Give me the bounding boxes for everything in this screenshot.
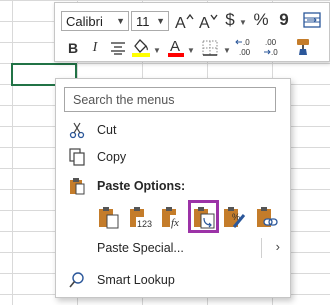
menu-item-smart-lookup[interactable]: Smart Lookup [56, 267, 290, 293]
chevron-down-icon[interactable]: ▼ [153, 39, 161, 61]
font-color-button[interactable]: A [167, 36, 185, 58]
chevron-down-icon[interactable]: ▼ [116, 16, 125, 26]
copy-icon [68, 148, 86, 166]
comma-style-button[interactable]: 9 [275, 9, 293, 31]
dollar-icon: $ [225, 10, 235, 29]
paste-button[interactable] [94, 202, 124, 232]
accounting-format-button[interactable]: $ [223, 9, 237, 31]
fill-color-button[interactable] [131, 36, 151, 58]
menu-item-cut[interactable]: Cut [56, 117, 290, 143]
format-cells-button[interactable] [301, 9, 323, 31]
paste-link-button[interactable] [252, 202, 282, 232]
chevron-right-icon[interactable]: › [276, 239, 280, 254]
copy-label: Copy [97, 150, 127, 164]
percent-style-button[interactable]: % [251, 9, 271, 31]
submenu-divider [261, 238, 262, 258]
chevron-down-icon[interactable]: ▼ [223, 39, 231, 61]
borders-icon [202, 40, 218, 56]
grow-font-icon: A [175, 13, 194, 30]
svg-text:.00: .00 [239, 48, 251, 57]
chevron-down-icon[interactable]: ▼ [156, 16, 165, 26]
svg-text:.0: .0 [243, 38, 250, 47]
svg-text:.00: .00 [265, 38, 277, 47]
font-size-value: 11 [136, 13, 150, 29]
align-center-button[interactable] [109, 37, 127, 59]
percent-icon: % [253, 10, 269, 29]
borders-button[interactable] [201, 37, 219, 59]
font-size-combo[interactable]: 11 ▼ [131, 11, 169, 31]
menu-item-paste-special[interactable]: Paste Special... › [56, 235, 290, 261]
context-menu: Search the menus Cut Copy Paste Options:… [55, 78, 291, 298]
paste-values-icon: 123 [130, 207, 153, 229]
mini-toolbar: Calibri ▼ 11 ▼ A A $ ▼ % 9 B I ▼ A ▼ ▼ .… [54, 2, 330, 62]
svg-text:fx: fx [171, 217, 179, 229]
chevron-down-icon[interactable]: ▼ [187, 39, 195, 61]
scissors-icon [68, 121, 86, 139]
svg-text:A: A [199, 15, 210, 30]
smart-lookup-label: Smart Lookup [97, 273, 175, 287]
search-icon [68, 271, 86, 289]
bold-icon: B [67, 40, 79, 56]
paste-formulas-button[interactable]: fx [158, 202, 188, 232]
align-center-icon [111, 42, 125, 55]
paste-link-icon [257, 207, 278, 227]
paste-options-row: 123 fx % [92, 200, 278, 235]
menu-item-paste-options: Paste Options: [56, 173, 290, 199]
paste-options-label: Paste Options: [97, 179, 186, 193]
decrease-decimal-icon: .00 .0 [264, 38, 278, 57]
paste-formatting-button[interactable]: % [220, 202, 250, 232]
paintbrush-icon [297, 39, 309, 55]
menu-item-copy[interactable]: Copy [56, 144, 290, 170]
paste-clipboard-icon [99, 207, 119, 229]
italic-icon: I [92, 40, 98, 55]
search-placeholder: Search the menus [73, 92, 175, 107]
font-name-value: Calibri [66, 13, 103, 29]
svg-text:A: A [170, 38, 180, 55]
svg-text:A: A [175, 15, 186, 30]
increase-decimal-icon: .0 .00 [235, 38, 251, 57]
clipboard-icon [68, 177, 86, 195]
decrease-decimal-button[interactable]: .00 .0 [263, 36, 287, 58]
italic-button[interactable]: I [87, 37, 103, 59]
decrease-font-size-button[interactable]: A [197, 10, 219, 32]
paste-transpose-icon [193, 206, 214, 228]
paste-formatting-icon: % [224, 207, 246, 228]
paint-bucket-icon [132, 39, 150, 57]
svg-text:123: 123 [137, 219, 152, 229]
chevron-down-icon[interactable]: ▼ [239, 11, 247, 33]
paste-transpose-button[interactable] [188, 200, 219, 233]
shrink-font-icon: A [199, 14, 218, 30]
bold-button[interactable]: B [65, 37, 81, 59]
comma-style-icon: 9 [279, 10, 289, 29]
svg-text:.0: .0 [271, 48, 278, 57]
search-menus-input[interactable]: Search the menus [64, 87, 276, 112]
increase-decimal-button[interactable]: .0 .00 [235, 36, 259, 58]
wrap-table-icon [303, 12, 321, 28]
font-name-combo[interactable]: Calibri ▼ [61, 11, 129, 31]
format-painter-button[interactable] [293, 36, 315, 58]
increase-font-size-button[interactable]: A [173, 10, 195, 32]
cut-label: Cut [97, 123, 117, 137]
paste-special-label: Paste Special... [97, 241, 184, 255]
paste-formulas-icon: fx [162, 207, 184, 229]
font-color-icon: A [168, 38, 184, 57]
paste-values-button[interactable]: 123 [126, 202, 156, 232]
